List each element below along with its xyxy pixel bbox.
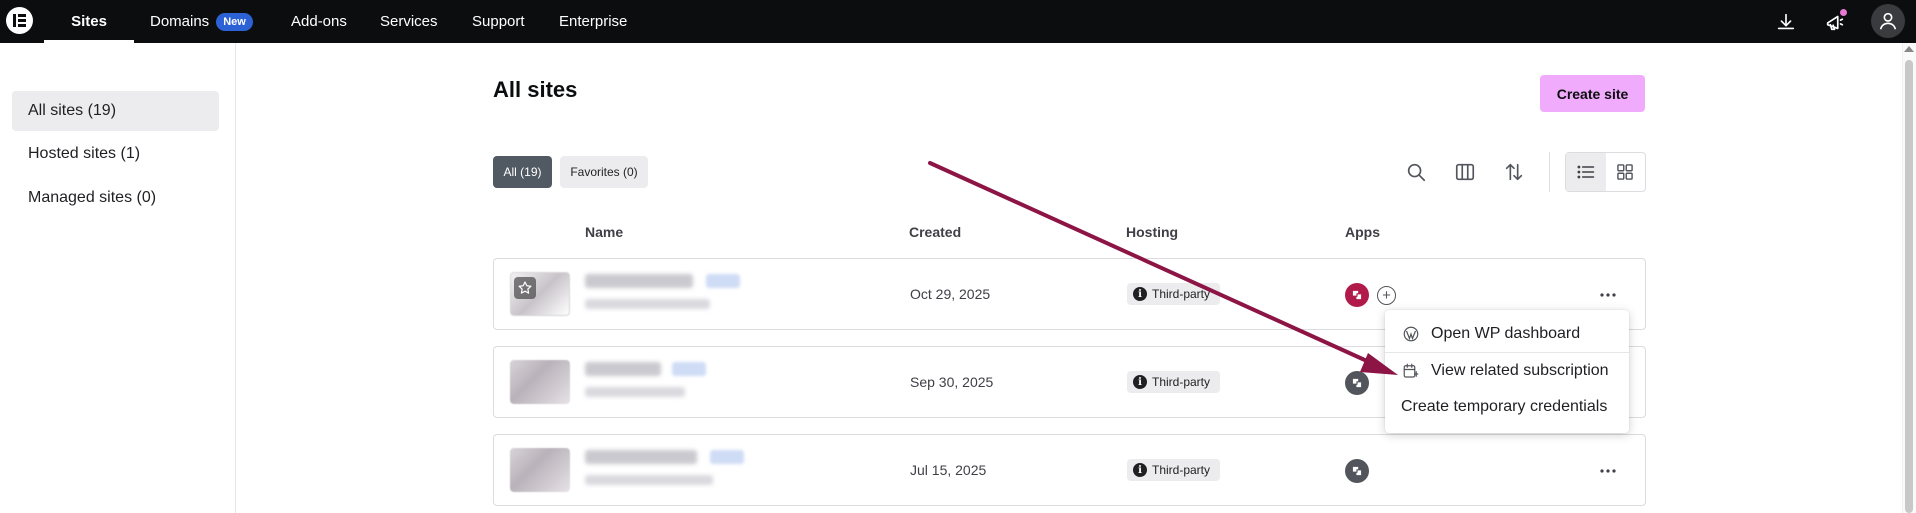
scrollbar-thumb[interactable] <box>1905 60 1913 513</box>
site-name-redacted[interactable] <box>585 274 693 288</box>
site-url-redacted <box>585 299 710 309</box>
created-date: Oct 29, 2025 <box>910 286 991 302</box>
info-icon: i <box>1133 375 1147 389</box>
menu-item-open-wp-dashboard[interactable]: Open WP dashboard <box>1385 316 1629 352</box>
wordpress-icon <box>1401 324 1421 344</box>
menu-item-create-temporary-credentials[interactable]: Create temporary credentials <box>1385 389 1629 425</box>
column-header-apps: Apps <box>1345 224 1380 240</box>
column-header-created[interactable]: Created <box>909 224 961 240</box>
nav-addons[interactable]: Add-ons <box>291 0 347 43</box>
toolbar-divider <box>1549 152 1550 192</box>
more-options-icon[interactable] <box>1594 281 1622 309</box>
site-tag-redacted <box>710 450 744 464</box>
column-header-hosting[interactable]: Hosting <box>1126 224 1178 240</box>
hosting-label: Third-party <box>1152 375 1211 389</box>
app-plugin-icon[interactable] <box>1345 283 1369 307</box>
sidebar-item-hosted-sites[interactable]: Hosted sites (1) <box>12 134 219 174</box>
sidebar-item-label: Hosted sites (1) <box>28 145 141 162</box>
site-url-redacted <box>585 475 713 485</box>
sidebar: All sites (19) Hosted sites (1) Managed … <box>0 43 236 513</box>
nav-enterprise[interactable]: Enterprise <box>559 0 627 43</box>
create-site-button[interactable]: Create site <box>1540 75 1645 112</box>
filter-favorites[interactable]: Favorites (0) <box>560 156 648 188</box>
search-icon[interactable] <box>1399 155 1433 189</box>
hosting-badge: i Third-party <box>1127 371 1221 393</box>
site-name-redacted[interactable] <box>585 450 697 464</box>
menu-item-label: Open WP dashboard <box>1431 325 1581 342</box>
download-icon[interactable] <box>1772 8 1800 36</box>
site-name-redacted[interactable] <box>585 362 661 376</box>
hosting-label: Third-party <box>1152 463 1211 477</box>
app-plugin-icon[interactable] <box>1345 371 1369 395</box>
notification-dot <box>1840 9 1847 16</box>
hosting-label: Third-party <box>1152 287 1211 301</box>
nav-services-label: Services <box>380 13 438 30</box>
menu-item-label: View related subscription <box>1431 362 1609 379</box>
nav-services[interactable]: Services <box>380 0 438 43</box>
site-url-redacted <box>585 387 685 397</box>
row-context-menu: Open WP dashboard View related subscript… <box>1385 310 1629 433</box>
info-icon: i <box>1133 287 1147 301</box>
site-tag-redacted <box>706 274 740 288</box>
site-tag-redacted <box>672 362 706 376</box>
calendar-subscription-icon <box>1401 361 1421 381</box>
new-badge: New <box>216 12 253 31</box>
app-plugin-icon[interactable] <box>1345 459 1369 483</box>
view-toggle-group <box>1565 152 1646 192</box>
sidebar-item-label: All sites (19) <box>28 102 117 119</box>
hosting-badge: i Third-party <box>1127 283 1221 305</box>
sort-icon[interactable] <box>1497 155 1531 189</box>
nav-domains[interactable]: Domains New <box>150 0 253 43</box>
nav-support-label: Support <box>472 13 525 30</box>
nav-domains-label: Domains <box>150 13 210 30</box>
megaphone-icon[interactable] <box>1821 8 1849 36</box>
list-view-icon[interactable] <box>1566 153 1606 191</box>
nav-enterprise-label: Enterprise <box>559 13 628 30</box>
more-options-icon[interactable] <box>1594 457 1622 485</box>
column-header-name[interactable]: Name <box>585 224 623 240</box>
site-row[interactable]: Jul 15, 2025 i Third-party <box>493 434 1646 506</box>
scroll-up-arrow[interactable] <box>1904 46 1914 52</box>
menu-item-view-related-subscription[interactable]: View related subscription <box>1385 353 1629 389</box>
elementor-logo[interactable] <box>6 7 33 34</box>
page-title: All sites <box>493 77 578 102</box>
grid-view-icon[interactable] <box>1606 153 1646 191</box>
info-icon: i <box>1133 463 1147 477</box>
add-app-icon[interactable]: + <box>1377 286 1396 305</box>
columns-icon[interactable] <box>1448 155 1482 189</box>
top-navigation-bar: Sites Domains New Add-ons Services Suppo… <box>0 0 1916 43</box>
user-avatar-icon[interactable] <box>1871 4 1905 38</box>
sidebar-item-label: Managed sites (0) <box>28 189 157 206</box>
site-thumbnail <box>510 448 570 492</box>
created-date: Sep 30, 2025 <box>910 374 994 390</box>
nav-sites-label: Sites <box>71 13 107 30</box>
hosting-badge: i Third-party <box>1127 459 1221 481</box>
menu-item-label: Create temporary credentials <box>1401 398 1608 415</box>
nav-sites[interactable]: Sites <box>44 0 134 43</box>
created-date: Jul 15, 2025 <box>910 462 987 478</box>
filter-all[interactable]: All (19) <box>493 156 552 188</box>
sidebar-item-all-sites[interactable]: All sites (19) <box>12 91 219 131</box>
site-thumbnail <box>510 360 570 404</box>
nav-support[interactable]: Support <box>472 0 525 43</box>
sidebar-item-managed-sites[interactable]: Managed sites (0) <box>12 178 219 218</box>
favorite-star-icon[interactable] <box>514 277 536 299</box>
nav-addons-label: Add-ons <box>291 13 347 30</box>
